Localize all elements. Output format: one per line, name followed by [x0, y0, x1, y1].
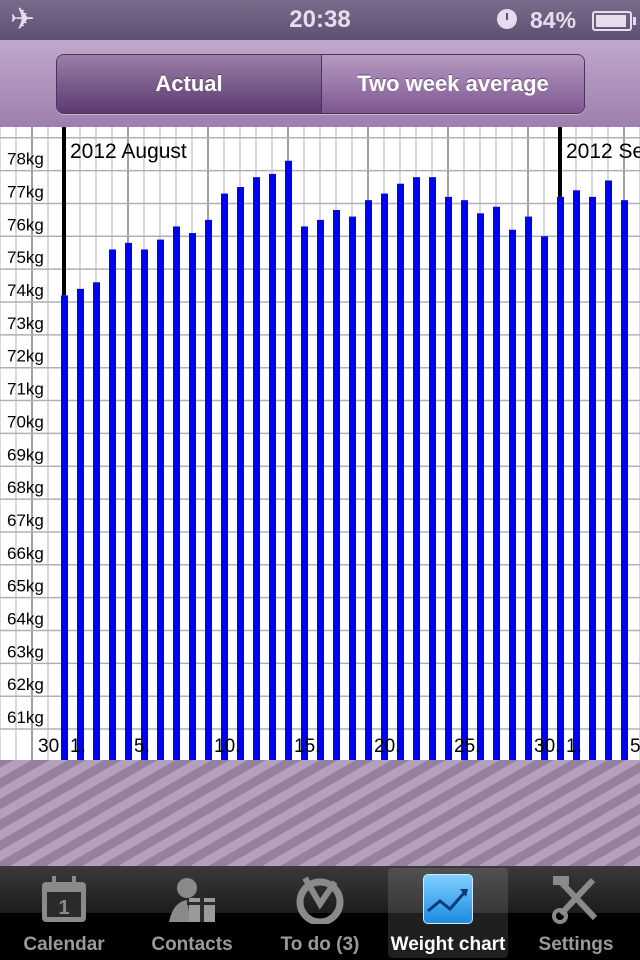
- clock-icon: [497, 9, 517, 29]
- bar: [317, 219, 324, 760]
- y-tick-label: 73kg: [7, 314, 44, 333]
- tab-bar: 1 Calendar Contacts To do (3) Weight cha…: [0, 866, 640, 960]
- y-tick-label: 66kg: [7, 544, 44, 563]
- bar: [621, 200, 628, 760]
- bar: [253, 177, 260, 760]
- battery-percent: 84%: [530, 7, 577, 33]
- x-tick-label: 30.: [534, 736, 560, 757]
- tab-weight-chart[interactable]: Weight chart: [388, 868, 508, 958]
- status-bar: ✈ 20:38 84%: [0, 0, 640, 40]
- y-tick-label: 74kg: [7, 281, 44, 300]
- bar: [285, 160, 292, 760]
- bar: [333, 210, 340, 760]
- bar: [93, 282, 100, 760]
- y-tick-label: 63kg: [7, 642, 44, 661]
- bar: [269, 173, 276, 760]
- y-tick-label: 76kg: [7, 215, 44, 234]
- clock-check-icon: [295, 874, 345, 926]
- tab-contacts[interactable]: Contacts: [128, 866, 256, 960]
- bar: [189, 233, 196, 760]
- bar: [349, 216, 356, 760]
- segment-two-week-average[interactable]: Two week average: [322, 55, 584, 113]
- tab-label: Calendar: [23, 934, 105, 955]
- bar: [365, 200, 372, 760]
- tab-settings[interactable]: Settings: [512, 866, 640, 960]
- x-tick-label: 5: [630, 736, 640, 757]
- y-tick-label: 78kg: [7, 150, 44, 169]
- contact-gift-icon: [167, 874, 217, 924]
- svg-text:1: 1: [58, 897, 69, 919]
- bar: [557, 196, 564, 760]
- x-tick-label: 5.: [134, 736, 150, 757]
- bar: [605, 180, 612, 760]
- x-tick-label: 25.: [454, 736, 480, 757]
- month-label: 2012 August: [70, 140, 187, 163]
- bar: [301, 226, 308, 760]
- y-tick-label: 61kg: [7, 708, 44, 727]
- tab-todo[interactable]: To do (3): [256, 866, 384, 960]
- weight-chart[interactable]: 2012 August 2012 September 61kg 62kg 63kg 64k…: [0, 127, 640, 760]
- bar: [61, 295, 68, 760]
- background-pattern: [0, 760, 640, 866]
- bar: [493, 206, 500, 760]
- bar: [413, 177, 420, 760]
- bar: [525, 216, 532, 760]
- bar: [445, 196, 452, 760]
- month-label: 2012 September: [566, 140, 640, 163]
- y-tick-label: 77kg: [7, 182, 44, 201]
- y-tick-label: 69kg: [7, 445, 44, 464]
- bar: [221, 193, 228, 760]
- segment-actual[interactable]: Actual: [57, 55, 322, 113]
- tab-label: Settings: [538, 934, 614, 955]
- header: Actual Two week average: [0, 40, 640, 127]
- bar: [173, 226, 180, 760]
- bar: [125, 242, 132, 760]
- view-segmented-control: Actual Two week average: [56, 54, 585, 114]
- bar: [141, 249, 148, 760]
- battery-icon: [592, 11, 636, 31]
- bar: [429, 177, 436, 760]
- x-tick-label: 30: [38, 736, 59, 757]
- bar: [477, 213, 484, 760]
- x-tick-label: 1.: [566, 736, 582, 757]
- y-tick-label: 67kg: [7, 511, 44, 530]
- bar: [573, 190, 580, 760]
- bar: [381, 193, 388, 760]
- y-tick-label: 72kg: [7, 347, 44, 366]
- chart-icon: [423, 874, 473, 924]
- calendar-icon: 1: [39, 874, 89, 924]
- bar: [509, 229, 516, 760]
- tab-calendar[interactable]: 1 Calendar: [0, 866, 128, 960]
- y-tick-label: 70kg: [7, 412, 44, 431]
- bar: [109, 249, 116, 760]
- x-tick-label: 20.: [374, 736, 400, 757]
- y-tick-label: 68kg: [7, 478, 44, 497]
- bar: [205, 219, 212, 760]
- tools-icon: [551, 874, 601, 924]
- tab-label: Weight chart: [390, 934, 506, 955]
- y-tick-label: 64kg: [7, 610, 44, 629]
- bar: [589, 196, 596, 760]
- y-tick-label: 71kg: [7, 380, 44, 399]
- bar: [541, 236, 548, 760]
- y-tick-label: 62kg: [7, 675, 44, 694]
- bar: [397, 183, 404, 760]
- bar: [77, 288, 84, 760]
- bar: [461, 200, 468, 760]
- x-tick-label: 15.: [294, 736, 320, 757]
- bar: [237, 187, 244, 760]
- tab-label: Contacts: [151, 934, 233, 955]
- y-tick-label: 65kg: [7, 577, 44, 596]
- x-tick-label: 10.: [214, 736, 240, 757]
- bar: [157, 239, 164, 760]
- tab-label: To do (3): [280, 934, 360, 955]
- x-tick-label: 1.: [70, 736, 86, 757]
- y-tick-label: 75kg: [7, 248, 44, 267]
